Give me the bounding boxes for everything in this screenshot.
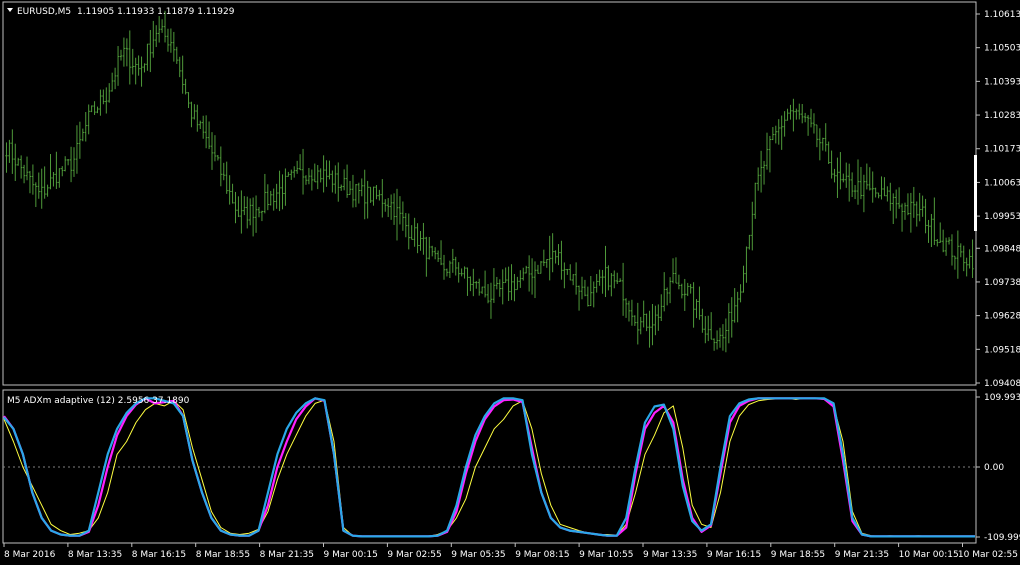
time-tick-label: 8 Mar 16:15 [132,550,186,560]
price-tick-label: 1.10613 [984,10,1020,20]
time-tick-label: 10 Mar 00:15 [899,550,959,560]
chart-background [0,0,1020,565]
indicator-tick-label: 0.00 [984,463,1004,473]
time-tick-label: 9 Mar 21:35 [835,550,889,560]
price-scroll-marker[interactable] [974,155,977,231]
time-tick-label: 9 Mar 16:15 [707,550,761,560]
price-tick-label: 1.09953 [984,212,1020,222]
time-tick-label: 8 Mar 21:35 [260,550,314,560]
time-tick-label: 9 Mar 08:15 [515,550,569,560]
indicator-tick-label: -109.9997 [984,533,1020,543]
indicator-label: M5 ADXm adaptive (12) 2.5956 37.1890 [7,396,190,406]
time-tick-label: 9 Mar 13:35 [643,550,697,560]
time-tick-label: 9 Mar 00:15 [324,550,378,560]
price-tick-label: 1.09628 [984,312,1020,322]
price-tick-label: 1.09408 [984,379,1020,389]
indicator-tick-label: 109.9933 [984,393,1020,403]
time-tick-label: 9 Mar 10:55 [579,550,633,560]
chart-window: 1.10613 1.10503 1.10393 1.10283 1.10173 1.100… [0,0,1020,565]
price-tick-label: 1.10393 [984,77,1020,87]
time-tick-label: 9 Mar 18:55 [771,550,825,560]
price-tick-label: 1.09848 [984,244,1020,254]
time-tick-label: 8 Mar 2016 [4,550,56,560]
price-tick-label: 1.10283 [984,111,1020,121]
ohlc-label: 1.11905 1.11933 1.11879 1.11929 [77,7,235,17]
price-tick-label: 1.10173 [984,145,1020,155]
price-tick-label: 1.09738 [984,278,1020,288]
price-tick-label: 1.09518 [984,345,1020,355]
time-tick-label: 8 Mar 18:55 [196,550,250,560]
time-tick-label: 10 Mar 02:55 [958,550,1018,560]
time-tick-label: 9 Mar 02:55 [387,550,441,560]
symbol-label: EURUSD,M5 [17,7,71,17]
price-tick-label: 1.10063 [984,178,1020,188]
time-tick-label: 8 Mar 13:35 [68,550,122,560]
price-tick-label: 1.10503 [984,44,1020,54]
time-tick-label: 9 Mar 05:35 [451,550,505,560]
